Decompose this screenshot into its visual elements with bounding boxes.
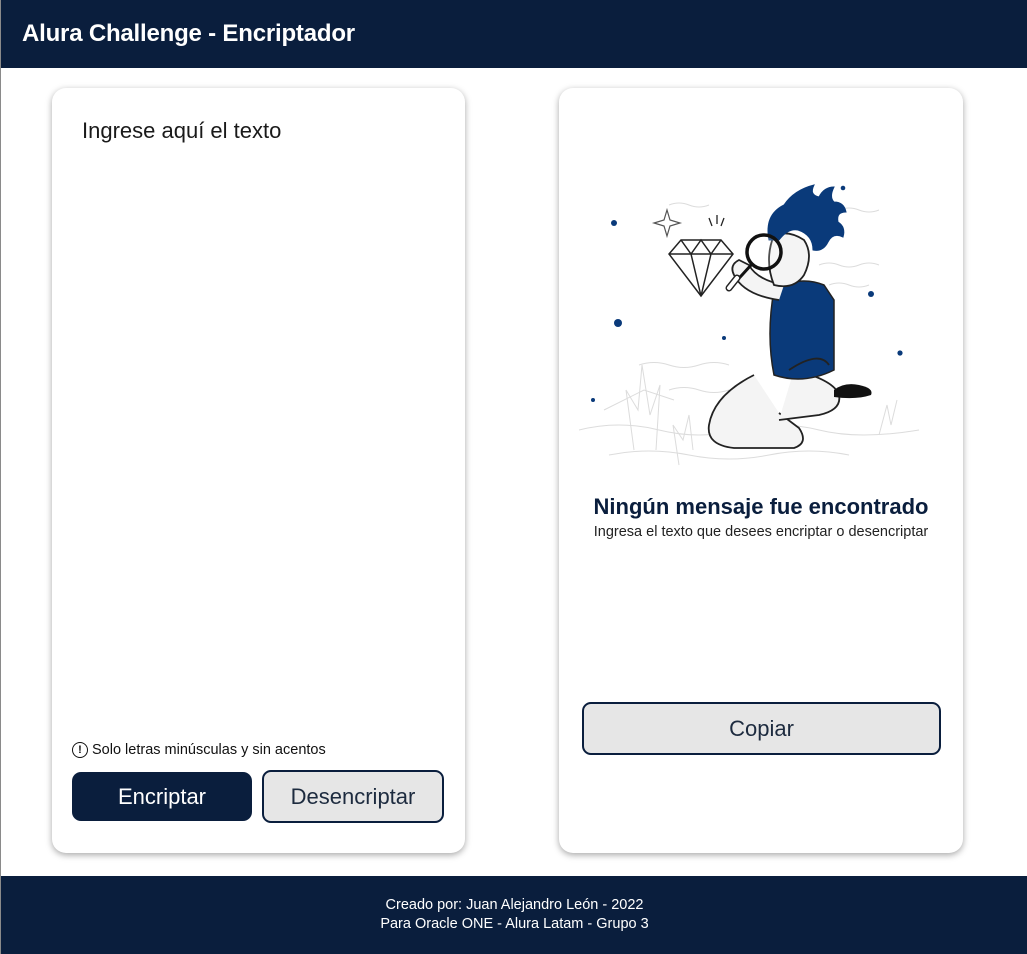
app-title: Alura Challenge - Encriptador (22, 20, 355, 47)
copy-button[interactable]: Copiar (582, 702, 941, 755)
input-panel: ! Solo letras minúsculas y sin acentos E… (52, 88, 465, 853)
person-shoe (834, 384, 872, 399)
app-footer: Creado por: Juan Alejandro León - 2022 P… (1, 876, 1027, 954)
decrypt-button[interactable]: Desencriptar (262, 770, 444, 823)
app-header: Alura Challenge - Encriptador (1, 0, 1027, 68)
hint-text: Solo letras minúsculas y sin acentos (92, 742, 326, 758)
info-circle-icon: ! (72, 742, 88, 758)
sparkle-icon (651, 207, 683, 239)
person-legs (707, 369, 841, 449)
person-with-magnifying-glass-illustration (579, 184, 920, 466)
diamond-icon (668, 238, 734, 298)
footer-credits: Creado por: Juan Alejandro León - 2022 (385, 897, 644, 913)
encrypt-button[interactable]: Encriptar (72, 772, 252, 821)
input-hint: ! Solo letras minúsculas y sin acentos (72, 742, 326, 758)
empty-state-title: Ningún mensaje fue encontrado (593, 494, 929, 519)
footer-program: Para Oracle ONE - Alura Latam - Grupo 3 (380, 916, 649, 932)
surprise-lines (708, 215, 725, 227)
decorative-dots (591, 185, 903, 402)
empty-state-subtitle: Ingresa el texto que desees encriptar o … (593, 524, 929, 540)
message-input[interactable] (82, 118, 432, 738)
output-panel: Ningún mensaje fue encontrado Ingresa el… (559, 88, 963, 853)
